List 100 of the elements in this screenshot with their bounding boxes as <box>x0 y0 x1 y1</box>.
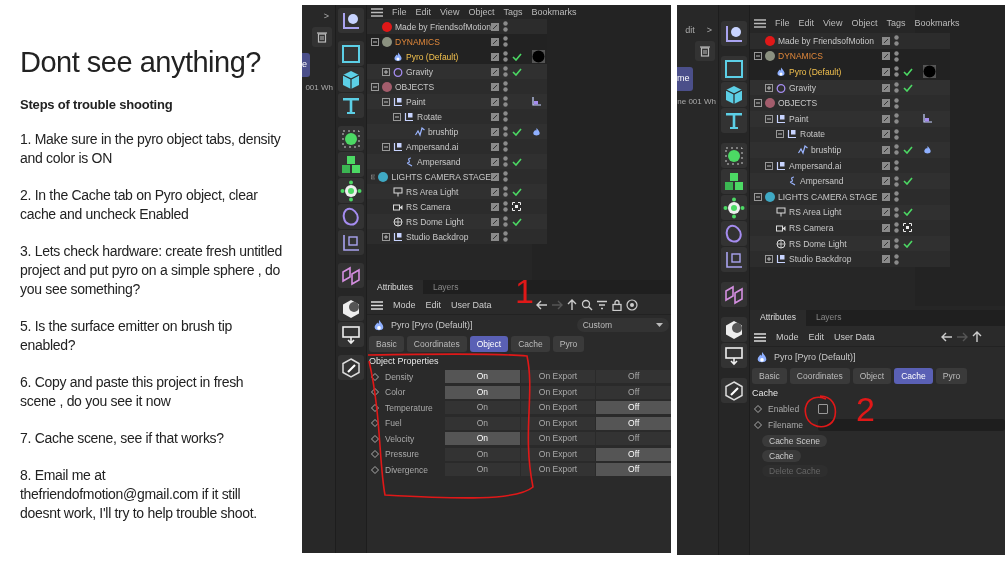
menu-icon[interactable] <box>754 18 766 28</box>
edit-icon[interactable] <box>491 157 499 166</box>
edit-icon[interactable] <box>882 223 890 232</box>
menu-item[interactable]: File <box>392 7 407 17</box>
trash-icon[interactable] <box>312 27 332 47</box>
lock-icon[interactable] <box>610 299 623 311</box>
visibility-dots-icon[interactable] <box>894 175 899 187</box>
flame-tag-icon[interactable] <box>923 144 932 155</box>
collapse-icon[interactable] <box>371 37 379 46</box>
option-button[interactable]: Off <box>596 385 671 399</box>
visibility-dots-icon[interactable] <box>503 156 508 167</box>
collapse-icon[interactable] <box>765 161 773 170</box>
menu-icon[interactable] <box>371 300 383 310</box>
visibility-dots-icon[interactable] <box>894 82 899 94</box>
tree-row[interactable]: Made by FriendsofMotion <box>750 33 950 49</box>
preset-dropdown[interactable]: Custom <box>576 318 669 332</box>
edit-icon[interactable] <box>491 112 499 121</box>
edit-icon[interactable] <box>491 22 499 31</box>
option-button[interactable]: On <box>445 416 520 430</box>
collapse-icon[interactable] <box>371 82 379 91</box>
input-field[interactable] <box>818 419 1005 431</box>
menu-item[interactable]: Object <box>851 18 878 28</box>
visibility-dots-icon[interactable] <box>503 66 508 77</box>
knot-icon[interactable] <box>338 263 364 288</box>
edit-icon[interactable] <box>882 208 890 217</box>
option-button[interactable]: Off <box>596 416 671 430</box>
option-button[interactable]: On <box>445 463 520 477</box>
edit-icon[interactable] <box>491 97 499 106</box>
option-button[interactable]: On <box>445 432 520 446</box>
tree-row[interactable]: Paint <box>367 94 547 109</box>
edit-icon[interactable] <box>882 145 890 154</box>
text-tool-icon[interactable] <box>338 93 364 118</box>
visibility-dots-icon[interactable] <box>503 171 508 182</box>
hexagon-moon-icon[interactable] <box>338 296 364 321</box>
option-button[interactable]: On Export <box>520 385 596 399</box>
tree-row[interactable]: Ampersand <box>367 154 547 169</box>
shape-icon[interactable] <box>338 204 364 229</box>
edit-icon[interactable] <box>882 36 890 45</box>
cube-tool-icon[interactable] <box>338 67 364 92</box>
knot-icon[interactable] <box>721 282 747 307</box>
scene-button[interactable]: e <box>302 53 310 77</box>
visibility-dots-icon[interactable] <box>503 201 508 212</box>
menu-item[interactable]: Edit <box>808 332 825 342</box>
tab[interactable]: Basic <box>369 336 404 352</box>
option-button[interactable]: Off <box>596 432 671 446</box>
visibility-dots-icon[interactable] <box>894 222 899 234</box>
text-tool-icon[interactable] <box>721 108 747 133</box>
visibility-dots-icon[interactable] <box>894 35 899 47</box>
hexagon-moon-icon[interactable] <box>721 317 747 342</box>
tab[interactable]: Cache <box>511 336 550 352</box>
edit-icon[interactable] <box>882 68 890 76</box>
sphere-points-icon[interactable] <box>338 126 364 151</box>
paint-tag-icon[interactable] <box>923 114 932 124</box>
menu-item[interactable]: Edit <box>425 300 442 310</box>
check-icon[interactable] <box>903 83 913 92</box>
edit-icon[interactable] <box>491 202 499 211</box>
collapse-icon[interactable] <box>371 172 376 181</box>
visibility-dots-icon[interactable] <box>894 253 899 265</box>
option-button[interactable]: On Export <box>520 432 596 446</box>
visibility-dots-icon[interactable] <box>894 144 899 156</box>
menu-item[interactable]: User Data <box>834 332 875 342</box>
tab[interactable]: Coordinates <box>406 336 467 352</box>
visibility-dots-icon[interactable] <box>503 51 508 62</box>
menu-item[interactable]: User Data <box>451 300 492 310</box>
tree-row[interactable]: Made by FriendsofMotion <box>367 19 547 34</box>
flame-tag-icon[interactable] <box>532 126 541 137</box>
visibility-dots-icon[interactable] <box>503 21 508 32</box>
visibility-dots-icon[interactable] <box>503 36 508 47</box>
panel-tab[interactable]: Attributes <box>750 310 806 326</box>
sphere-tag-icon[interactable] <box>532 50 545 63</box>
tree-row[interactable]: OBJECTS <box>367 79 547 94</box>
visibility-dots-icon[interactable] <box>894 50 899 62</box>
sphere-tag-icon[interactable] <box>923 65 936 79</box>
tree-row[interactable]: Studio Backdrop <box>750 251 950 267</box>
visibility-dots-icon[interactable] <box>894 128 899 140</box>
menu-icon[interactable] <box>371 7 383 17</box>
shape-icon[interactable] <box>721 221 747 246</box>
edit-icon[interactable] <box>882 114 890 123</box>
option-button[interactable]: Off <box>596 370 671 384</box>
edit-icon[interactable] <box>491 67 499 76</box>
check-icon[interactable] <box>903 68 913 76</box>
tree-row[interactable]: Gravity <box>367 64 547 79</box>
check-icon[interactable] <box>512 187 522 196</box>
tree-row[interactable]: Studio Backdrop <box>367 229 547 244</box>
target-icon[interactable] <box>625 299 638 311</box>
option-button[interactable]: Off <box>596 401 671 415</box>
menu-item[interactable]: File <box>775 18 790 28</box>
cube-tool-icon[interactable] <box>721 82 747 107</box>
menu-item[interactable]: Mode <box>393 300 416 310</box>
check-icon[interactable] <box>903 177 913 186</box>
edit-icon[interactable] <box>491 82 499 91</box>
menu-item[interactable]: Bookmarks <box>914 18 960 28</box>
cubes-icon[interactable] <box>721 169 747 194</box>
trash-icon[interactable] <box>695 41 715 61</box>
collapse-icon[interactable] <box>765 114 773 123</box>
visibility-dots-icon[interactable] <box>894 238 899 249</box>
edit-icon[interactable] <box>491 232 499 241</box>
visibility-dots-icon[interactable] <box>503 111 508 122</box>
sphere-points-icon[interactable] <box>721 143 747 168</box>
square-tool-icon[interactable] <box>338 41 364 66</box>
